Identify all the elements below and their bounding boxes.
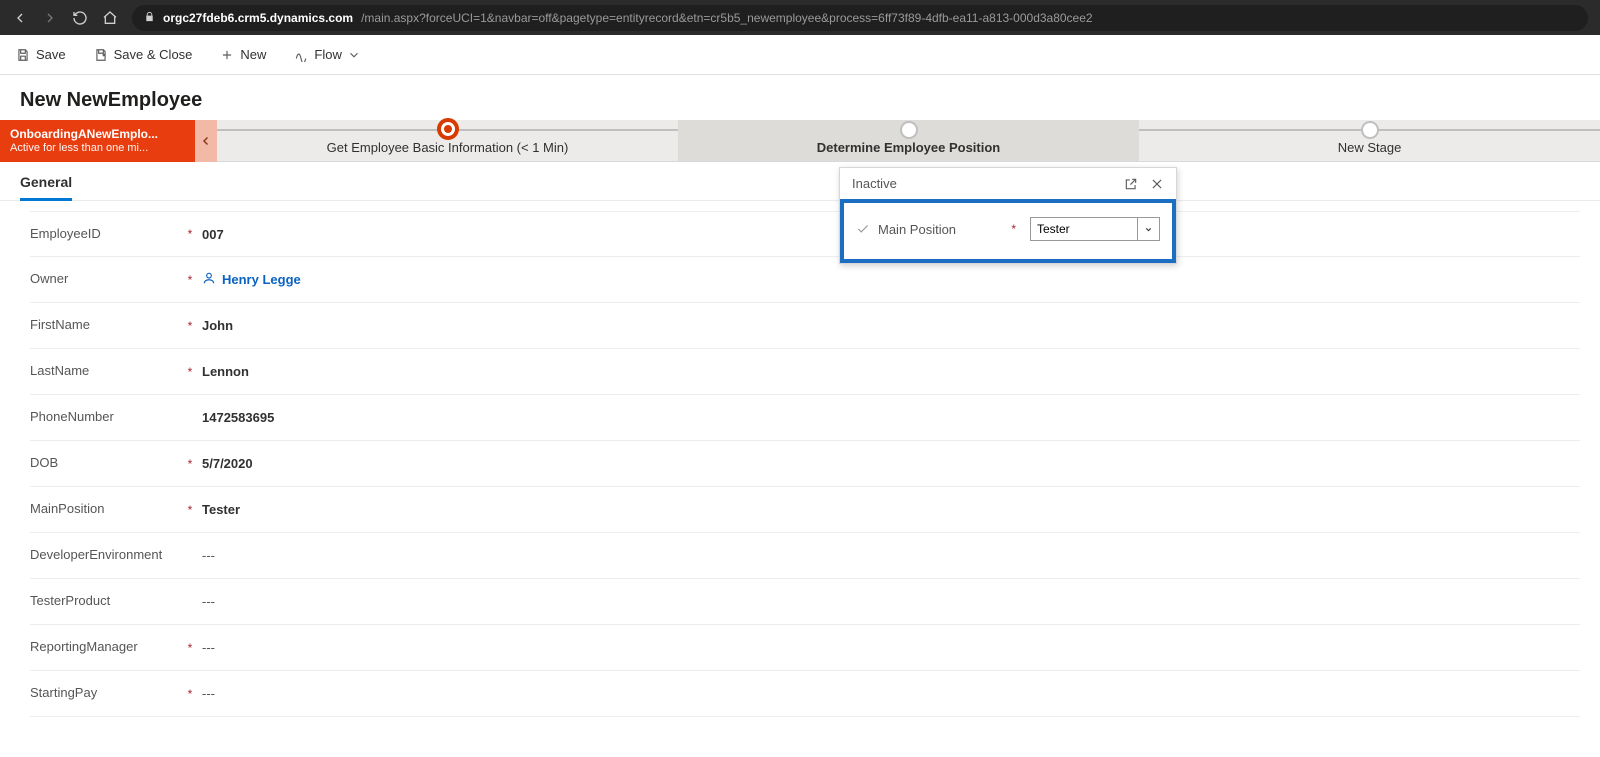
bpf-process-name: OnboardingANewEmplo... (10, 127, 185, 142)
required-mark: * (180, 227, 200, 241)
required-mark: * (1011, 222, 1016, 236)
url-path: /main.aspx?forceUCI=1&navbar=off&pagetyp… (361, 11, 1093, 25)
field-label: TesterProduct (30, 593, 180, 609)
bpf-stage-label: Get Employee Basic Information (< 1 Min) (327, 140, 569, 155)
required-mark: * (180, 319, 200, 333)
field-label: Owner (30, 271, 180, 287)
form-row: DeveloperEnvironment --- (30, 533, 1580, 579)
field-label: PhoneNumber (30, 409, 180, 425)
bpf-stage-1[interactable]: Determine Employee Position (678, 120, 1139, 161)
person-icon (202, 271, 216, 288)
flyout-status: Inactive (852, 176, 897, 191)
form-row: EmployeeID*007 (30, 211, 1580, 257)
address-bar[interactable]: orgc27fdeb6.crm5.dynamics.com /main.aspx… (132, 5, 1588, 31)
field-value-link[interactable]: Henry Legge (200, 271, 1580, 288)
stage-flyout: Inactive Main Position * Tester (839, 167, 1177, 264)
tab-label: General (20, 174, 72, 190)
bpf-process-status: Active for less than one mi... (10, 142, 185, 156)
lock-icon (144, 11, 155, 25)
form-tabs: General (0, 162, 1600, 201)
new-label: New (240, 47, 266, 62)
bpf-stages: Get Employee Basic Information (< 1 Min)… (217, 120, 1600, 162)
nav-back-icon[interactable] (12, 10, 28, 26)
field-value[interactable]: --- (200, 594, 1580, 609)
field-value[interactable]: John (200, 318, 1580, 333)
form-body: EmployeeID*007Owner*Henry LeggeFirstName… (0, 201, 1600, 737)
bpf-stage-dot-current (437, 118, 459, 140)
nav-home-icon[interactable] (102, 10, 118, 26)
flyout-body: Main Position * Tester (840, 199, 1176, 263)
bpf-stage-dot (900, 121, 918, 139)
required-mark: * (180, 457, 200, 471)
form-row: TesterProduct --- (30, 579, 1580, 625)
bpf-process-pill[interactable]: OnboardingANewEmplo... Active for less t… (0, 120, 195, 162)
page-header: New NewEmployee (0, 75, 1600, 120)
popout-icon[interactable] (1124, 177, 1138, 191)
nav-refresh-icon[interactable] (72, 10, 88, 26)
chevron-down-icon (1137, 218, 1159, 240)
bpf-stage-label: Determine Employee Position (817, 140, 1001, 155)
save-icon (16, 48, 30, 62)
page-title: New NewEmployee (20, 89, 1580, 112)
form-row: StartingPay*--- (30, 671, 1580, 717)
main-position-dropdown[interactable]: Tester (1030, 217, 1160, 241)
field-value[interactable]: Tester (200, 502, 1580, 517)
chevron-down-icon (348, 48, 362, 62)
url-host: orgc27fdeb6.crm5.dynamics.com (163, 11, 353, 25)
save-button[interactable]: Save (12, 43, 70, 66)
field-label: DeveloperEnvironment (30, 547, 180, 563)
flyout-field-main-position: Main Position * Tester (856, 217, 1160, 241)
business-process-flow: OnboardingANewEmplo... Active for less t… (0, 120, 1600, 162)
form-row: ReportingManager*--- (30, 625, 1580, 671)
field-value[interactable]: 1472583695 (200, 410, 1580, 425)
plus-icon (220, 48, 234, 62)
bpf-stage-0[interactable]: Get Employee Basic Information (< 1 Min) (217, 120, 678, 161)
bpf-stage-2[interactable]: New Stage (1139, 120, 1600, 161)
new-button[interactable]: New (216, 43, 270, 66)
browser-chrome: orgc27fdeb6.crm5.dynamics.com /main.aspx… (0, 0, 1600, 35)
command-bar: Save Save & Close New Flow (0, 35, 1600, 75)
field-value[interactable]: Lennon (200, 364, 1580, 379)
field-value[interactable]: --- (200, 640, 1580, 655)
check-icon (856, 222, 870, 236)
flyout-header: Inactive (840, 168, 1176, 199)
save-and-close-button[interactable]: Save & Close (90, 43, 197, 66)
bpf-collapse-button[interactable] (195, 120, 217, 162)
required-mark: * (180, 365, 200, 379)
field-label: EmployeeID (30, 226, 180, 242)
field-value[interactable]: --- (200, 548, 1580, 563)
field-value[interactable]: --- (200, 686, 1580, 701)
required-mark: * (180, 273, 200, 287)
field-label: MainPosition (30, 501, 180, 517)
flow-icon (294, 48, 308, 62)
required-mark: * (180, 641, 200, 655)
save-close-icon (94, 48, 108, 62)
form-row: LastName*Lennon (30, 349, 1580, 395)
flow-button[interactable]: Flow (290, 43, 365, 66)
tab-general[interactable]: General (20, 174, 72, 201)
field-value-text: Henry Legge (222, 272, 301, 287)
field-label: ReportingManager (30, 639, 180, 655)
dropdown-value: Tester (1037, 222, 1070, 236)
form-row: PhoneNumber 1472583695 (30, 395, 1580, 441)
field-label: FirstName (30, 317, 180, 333)
flow-label: Flow (314, 47, 341, 62)
required-mark: * (180, 503, 200, 517)
save-label: Save (36, 47, 66, 62)
required-mark: * (180, 687, 200, 701)
field-value[interactable]: 5/7/2020 (200, 456, 1580, 471)
form-row: FirstName*John (30, 303, 1580, 349)
field-label: DOB (30, 455, 180, 471)
bpf-stage-dot (1361, 121, 1379, 139)
field-label: StartingPay (30, 685, 180, 701)
form-row: DOB*5/7/2020 (30, 441, 1580, 487)
form-row: Owner* Henry Legge (30, 257, 1580, 303)
nav-forward-icon[interactable] (42, 10, 58, 26)
flyout-field-label: Main Position (878, 222, 956, 237)
field-label: LastName (30, 363, 180, 379)
form-row: MainPosition*Tester (30, 487, 1580, 533)
close-icon[interactable] (1150, 177, 1164, 191)
save-close-label: Save & Close (114, 47, 193, 62)
bpf-stage-label: New Stage (1338, 140, 1402, 155)
